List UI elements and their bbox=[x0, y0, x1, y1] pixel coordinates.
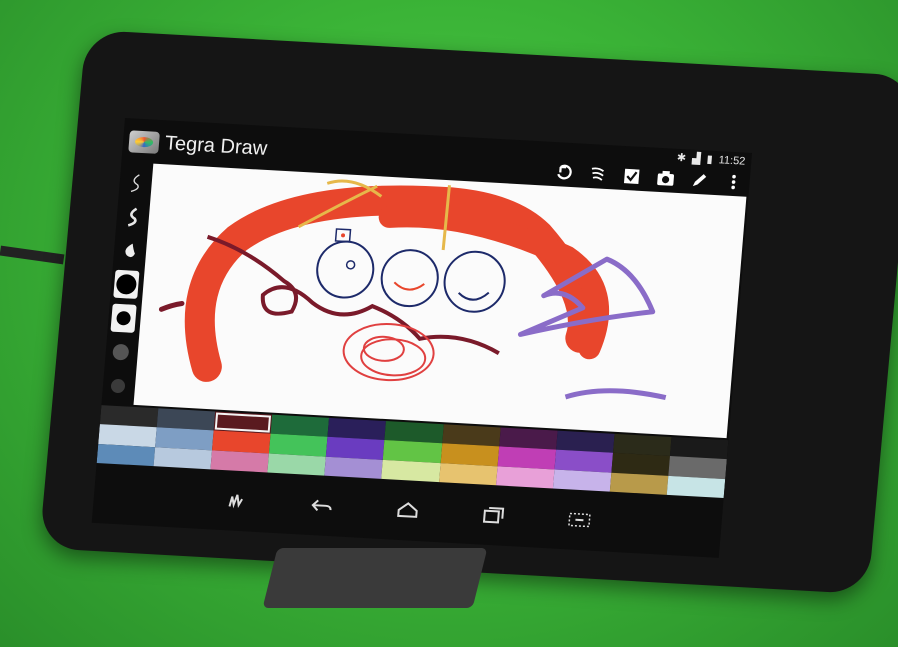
device-screen: ✱ ▟ ▮ 11:52 Tegra Draw bbox=[91, 118, 753, 558]
large-dot-icon[interactable] bbox=[113, 269, 140, 299]
pencil-icon[interactable] bbox=[689, 170, 711, 191]
checkmark-icon[interactable] bbox=[621, 166, 643, 187]
medium-dot-icon[interactable] bbox=[110, 303, 137, 333]
drawing-canvas[interactable] bbox=[133, 163, 747, 439]
medium-stroke-icon[interactable] bbox=[119, 202, 145, 231]
blob-brush-icon[interactable] bbox=[116, 236, 142, 265]
recents-icon[interactable] bbox=[479, 503, 509, 526]
app-title: Tegra Draw bbox=[164, 131, 269, 160]
thin-stroke-icon[interactable] bbox=[122, 168, 148, 197]
camera-icon[interactable] bbox=[655, 168, 677, 189]
app-logo-icon[interactable] bbox=[128, 130, 160, 154]
brush-settings-icon[interactable] bbox=[587, 164, 609, 185]
undo-icon[interactable] bbox=[553, 162, 575, 183]
faint-dot-icon[interactable] bbox=[105, 371, 131, 400]
overflow-menu-icon[interactable] bbox=[723, 172, 745, 193]
small-dot-icon[interactable] bbox=[108, 338, 134, 367]
gesture-icon[interactable] bbox=[221, 489, 251, 512]
tablet-stand bbox=[262, 548, 488, 608]
photo-background: ✱ ▟ ▮ 11:52 Tegra Draw bbox=[0, 0, 898, 647]
cable bbox=[0, 245, 65, 265]
back-icon[interactable] bbox=[307, 494, 337, 517]
screenshot-icon[interactable] bbox=[565, 508, 595, 531]
home-icon[interactable] bbox=[393, 499, 423, 522]
